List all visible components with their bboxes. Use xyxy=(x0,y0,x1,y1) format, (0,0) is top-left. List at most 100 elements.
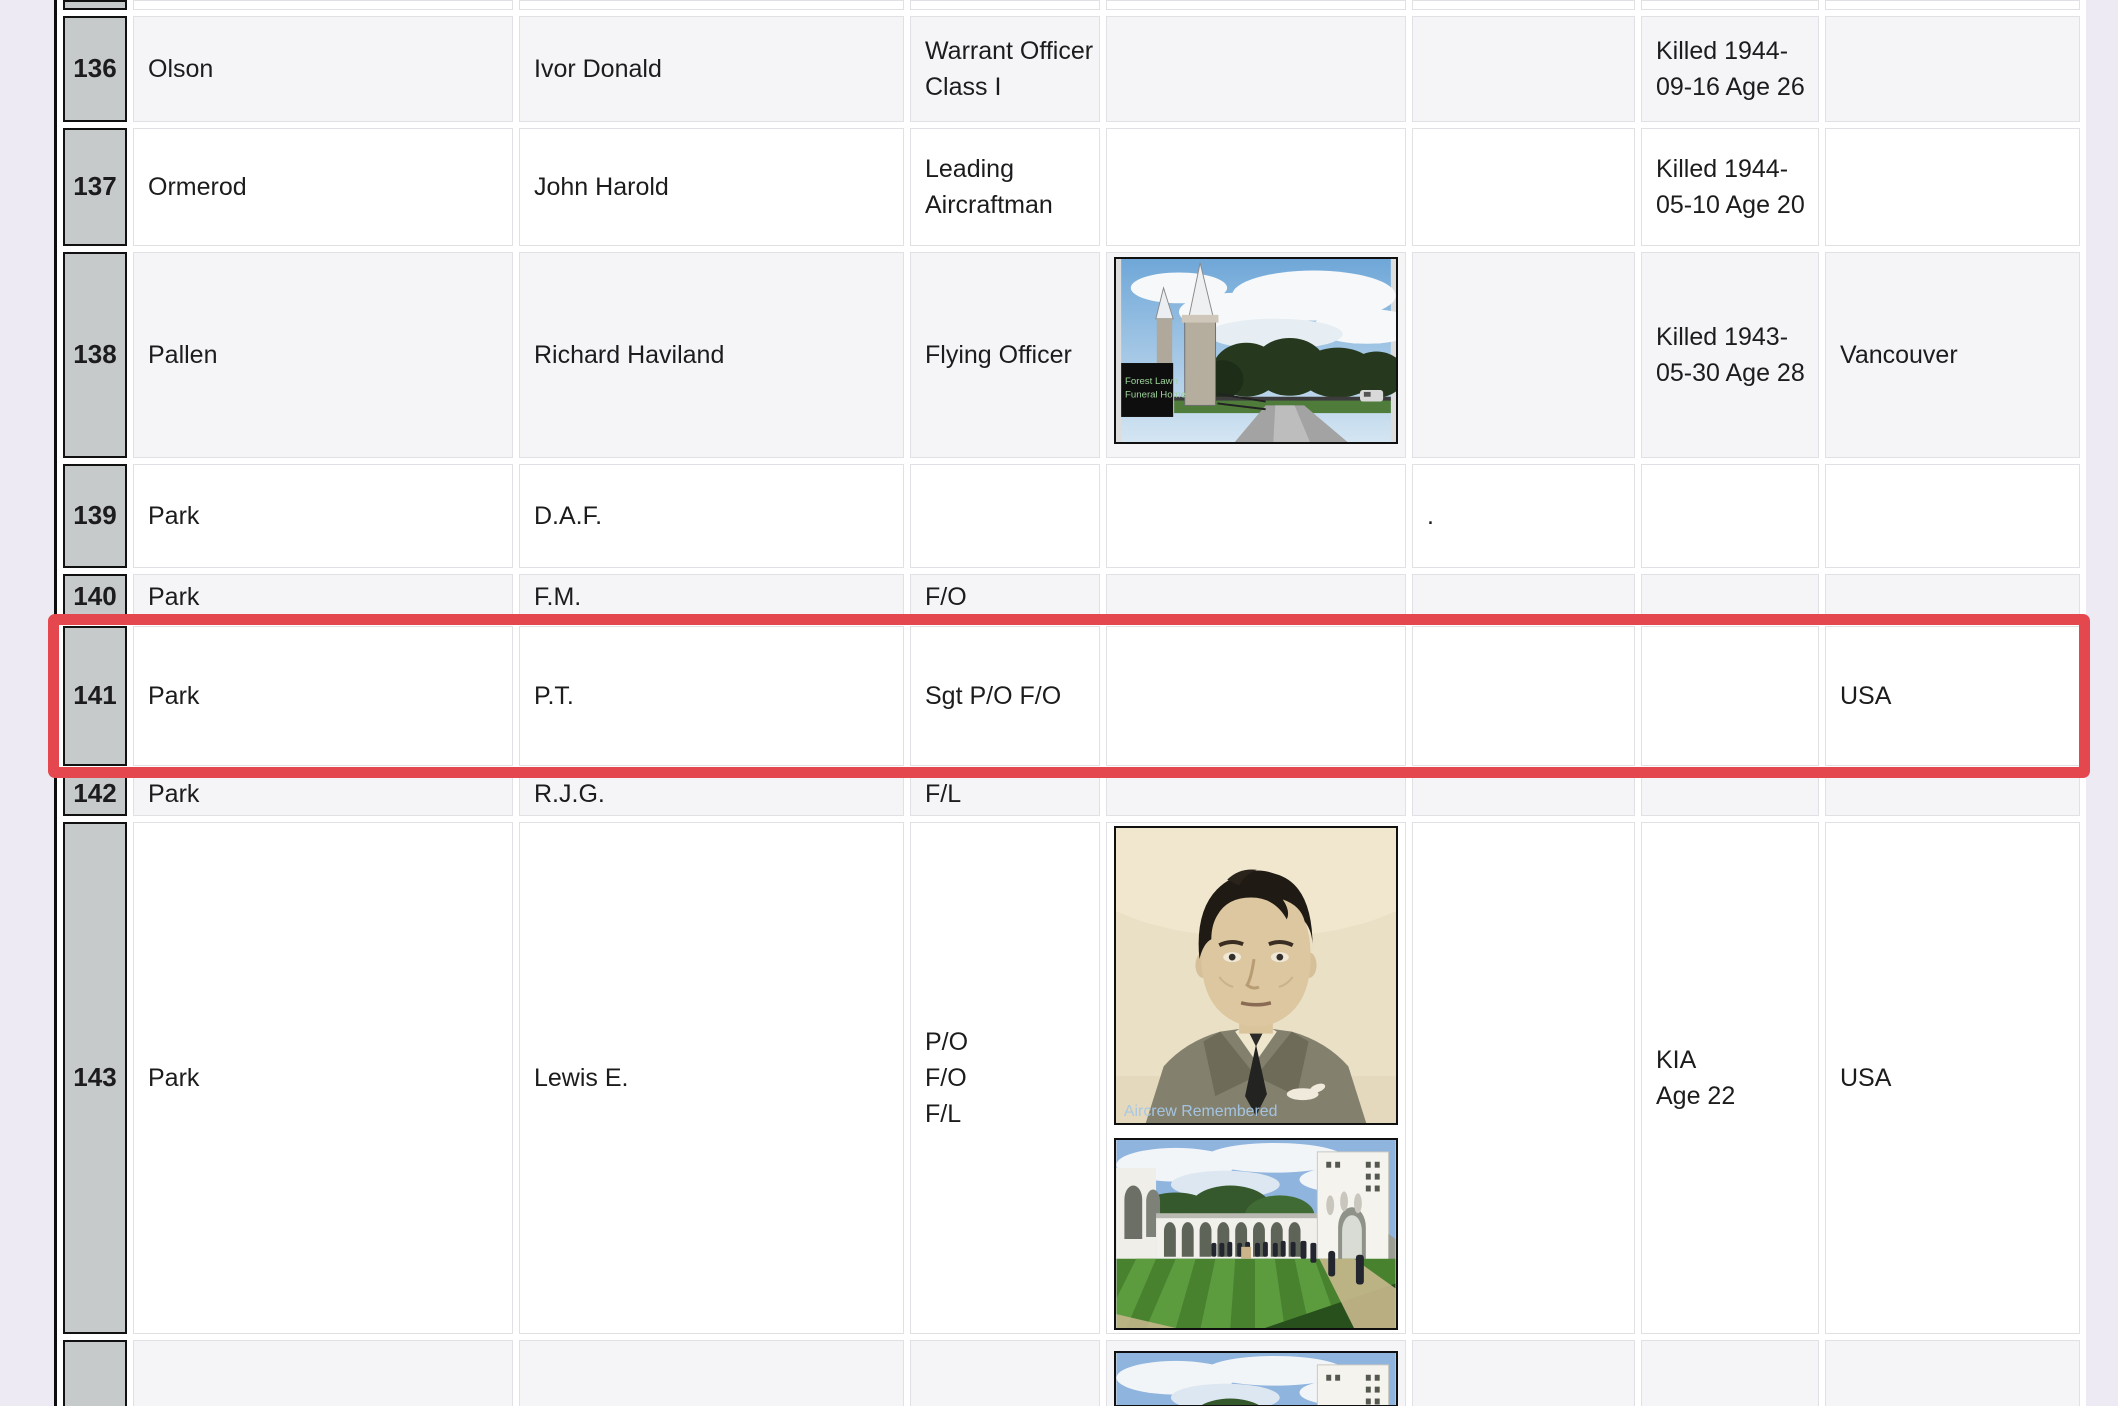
photo-cell: Forest Lawn Funeral Home xyxy=(1106,252,1406,458)
surname-cell: Park xyxy=(133,772,513,816)
surname-cell: Olson xyxy=(133,16,513,122)
notes-cell: . xyxy=(1412,464,1635,568)
surname-cell: Ormerod xyxy=(133,128,513,246)
city-cell: USA xyxy=(1825,822,2080,1334)
notes-cell xyxy=(1412,626,1635,766)
table-row xyxy=(63,0,2080,10)
fate-cell xyxy=(1641,464,1819,568)
given-names-cell: R.J.G. xyxy=(519,772,904,816)
city-cell: USA xyxy=(1825,626,2080,766)
rank-cell xyxy=(910,464,1100,568)
row-number-cell: 137 xyxy=(63,128,127,246)
photo-cell xyxy=(1106,0,1406,10)
notes-cell xyxy=(1412,574,1635,620)
notes-cell xyxy=(1412,0,1635,10)
surname-cell: Park xyxy=(133,574,513,620)
roster-table-wrap: 136 Olson Ivor Donald Warrant Officer Cl… xyxy=(54,0,2086,1406)
fate-cell: Killed 1944-05-10 Age 20 xyxy=(1641,128,1819,246)
row-number-cell: 143 xyxy=(63,822,127,1334)
photo-cell xyxy=(1106,1340,1406,1406)
row-number-cell: 138 xyxy=(63,252,127,458)
surname-cell: Pallen xyxy=(133,252,513,458)
memorial-courtyard-photo xyxy=(1114,1138,1398,1330)
row-number-cell: 139 xyxy=(63,464,127,568)
airman-portrait-photo: Aircrew Remembered xyxy=(1114,826,1398,1125)
row-number-cell: 141 xyxy=(63,626,127,766)
rank-cell: F/O xyxy=(910,574,1100,620)
memorial-courtyard-photo xyxy=(1114,1351,1398,1406)
city-cell xyxy=(1825,772,2080,816)
table-row: 137 Ormerod John Harold Leading Aircraft… xyxy=(63,128,2080,246)
notes-cell xyxy=(1412,16,1635,122)
fate-cell: Killed 1943-05-30 Age 28 xyxy=(1641,252,1819,458)
photo-cell: Aircrew Remembered xyxy=(1106,822,1406,1334)
notes-cell xyxy=(1412,1340,1635,1406)
gate-sign-line1: Forest Lawn xyxy=(1125,377,1178,388)
row-number-cell: 136 xyxy=(63,16,127,122)
table-row: 143 Park Lewis E. P/O F/O F/L xyxy=(63,822,2080,1334)
city-cell xyxy=(1825,16,2080,122)
fate-cell: Killed 1944-09-16 Age 26 xyxy=(1641,16,1819,122)
fate-cell xyxy=(1641,626,1819,766)
notes-cell xyxy=(1412,772,1635,816)
given-names-cell xyxy=(519,1340,904,1406)
fate-cell xyxy=(1641,772,1819,816)
rank-cell: F/L xyxy=(910,772,1100,816)
table-row: 136 Olson Ivor Donald Warrant Officer Cl… xyxy=(63,16,2080,122)
cemetery-gate-photo: Forest Lawn Funeral Home xyxy=(1114,257,1398,444)
given-names-cell: John Harold xyxy=(519,128,904,246)
fate-cell: KIA Age 22 xyxy=(1641,822,1819,1334)
photo-cell xyxy=(1106,128,1406,246)
city-cell xyxy=(1825,0,2080,10)
table-row: 142 Park R.J.G. F/L xyxy=(63,772,2080,816)
row-number-cell xyxy=(63,1340,127,1406)
rank-cell: Warrant Officer Class I xyxy=(910,16,1100,122)
row-number-cell: 142 xyxy=(63,772,127,816)
rank-cell xyxy=(910,1340,1100,1406)
table-row: 138 Pallen Richard Haviland Flying Offic… xyxy=(63,252,2080,458)
notes-cell xyxy=(1412,822,1635,1334)
given-names-cell: Ivor Donald xyxy=(519,16,904,122)
rank-cell: Leading Aircraftman xyxy=(910,128,1100,246)
photo-cell xyxy=(1106,772,1406,816)
given-names-cell xyxy=(519,0,904,10)
photo-cell xyxy=(1106,464,1406,568)
given-names-cell: P.T. xyxy=(519,626,904,766)
photo-cell xyxy=(1106,16,1406,122)
fate-cell xyxy=(1641,574,1819,620)
given-names-cell: D.A.F. xyxy=(519,464,904,568)
city-cell xyxy=(1825,1340,2080,1406)
table-row: 140 Park F.M. F/O xyxy=(63,574,2080,620)
rank-cell xyxy=(910,0,1100,10)
table-row: 139 Park D.A.F. . xyxy=(63,464,2080,568)
table-row-highlighted: 141 Park P.T. Sgt P/O F/O USA xyxy=(63,626,2080,766)
roster-table: 136 Olson Ivor Donald Warrant Officer Cl… xyxy=(54,0,2086,1406)
photo-cell xyxy=(1106,574,1406,620)
surname-cell: Park xyxy=(133,626,513,766)
roster-page: 136 Olson Ivor Donald Warrant Officer Cl… xyxy=(0,0,2118,1406)
rank-cell: Sgt P/O F/O xyxy=(910,626,1100,766)
surname-cell: Park xyxy=(133,464,513,568)
rank-cell: P/O F/O F/L xyxy=(910,822,1100,1334)
gate-sign-line2: Funeral Home xyxy=(1125,390,1186,401)
surname-cell xyxy=(133,1340,513,1406)
city-cell xyxy=(1825,464,2080,568)
given-names-cell: Lewis E. xyxy=(519,822,904,1334)
portrait-watermark: Aircrew Remembered xyxy=(1124,1103,1278,1120)
given-names-cell: Richard Haviland xyxy=(519,252,904,458)
surname-cell xyxy=(133,0,513,10)
notes-cell xyxy=(1412,128,1635,246)
fate-cell xyxy=(1641,0,1819,10)
rank-cell: Flying Officer xyxy=(910,252,1100,458)
row-number-cell xyxy=(63,0,127,10)
photo-cell xyxy=(1106,626,1406,766)
fate-cell xyxy=(1641,1340,1819,1406)
row-number-cell: 140 xyxy=(63,574,127,620)
city-cell xyxy=(1825,128,2080,246)
given-names-cell: F.M. xyxy=(519,574,904,620)
city-cell: Vancouver xyxy=(1825,252,2080,458)
surname-cell: Park xyxy=(133,822,513,1334)
table-row xyxy=(63,1340,2080,1406)
city-cell xyxy=(1825,574,2080,620)
notes-cell xyxy=(1412,252,1635,458)
